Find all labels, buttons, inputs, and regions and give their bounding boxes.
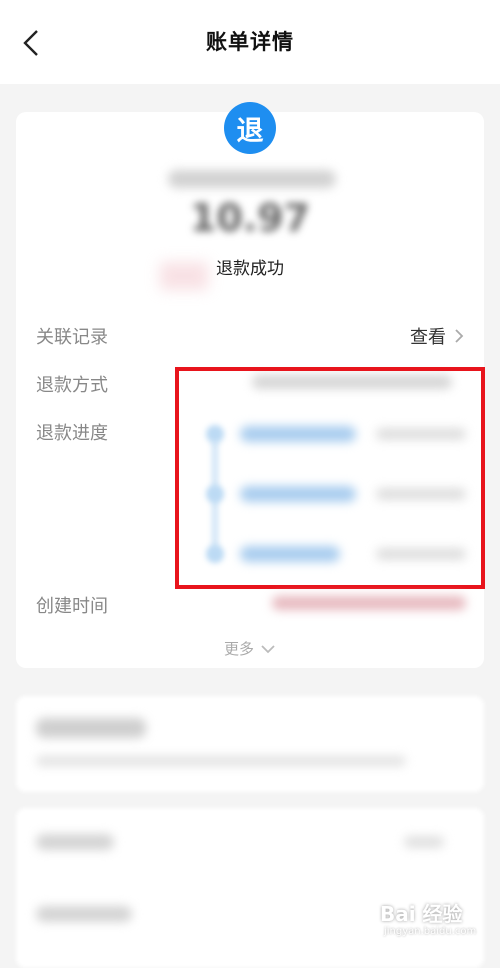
refund-status: 退款成功: [216, 259, 284, 279]
view-related-record-link[interactable]: 查看: [410, 323, 464, 349]
watermark-logo: Bai 经验 jingyan.baidu.com: [380, 898, 492, 948]
watermark-subtext: jingyan.baidu.com: [384, 926, 477, 937]
refund-badge-icon: 退: [224, 102, 276, 154]
more-toggle[interactable]: 更多: [0, 638, 500, 659]
blurred-row-label: [36, 834, 114, 850]
highlight-box: [175, 367, 485, 589]
related-record-label: 关联记录: [36, 327, 108, 348]
blurred-row-label: [36, 906, 132, 922]
chevron-right-icon: [454, 328, 464, 344]
refund-method-label: 退款方式: [36, 375, 108, 396]
merchant-name-blurred: [168, 170, 336, 188]
chevron-down-icon: [260, 644, 276, 654]
more-label: 更多: [223, 640, 254, 658]
refund-progress-label: 退款进度: [36, 423, 108, 444]
navigation-bar: 账单详情: [0, 0, 500, 84]
page-title: 账单详情: [206, 30, 294, 54]
watermark-text: Bai 经验: [380, 902, 463, 926]
created-time-value-blurred: [272, 596, 466, 610]
refund-amount: 10.97: [189, 196, 311, 240]
created-time-label: 创建时间: [36, 596, 108, 617]
blurred-row-value: [404, 836, 444, 848]
view-link-text: 查看: [410, 327, 446, 348]
blurred-section-title: [36, 718, 146, 738]
blurred-section-text: [36, 756, 406, 766]
blurred-section-card: [16, 696, 484, 792]
